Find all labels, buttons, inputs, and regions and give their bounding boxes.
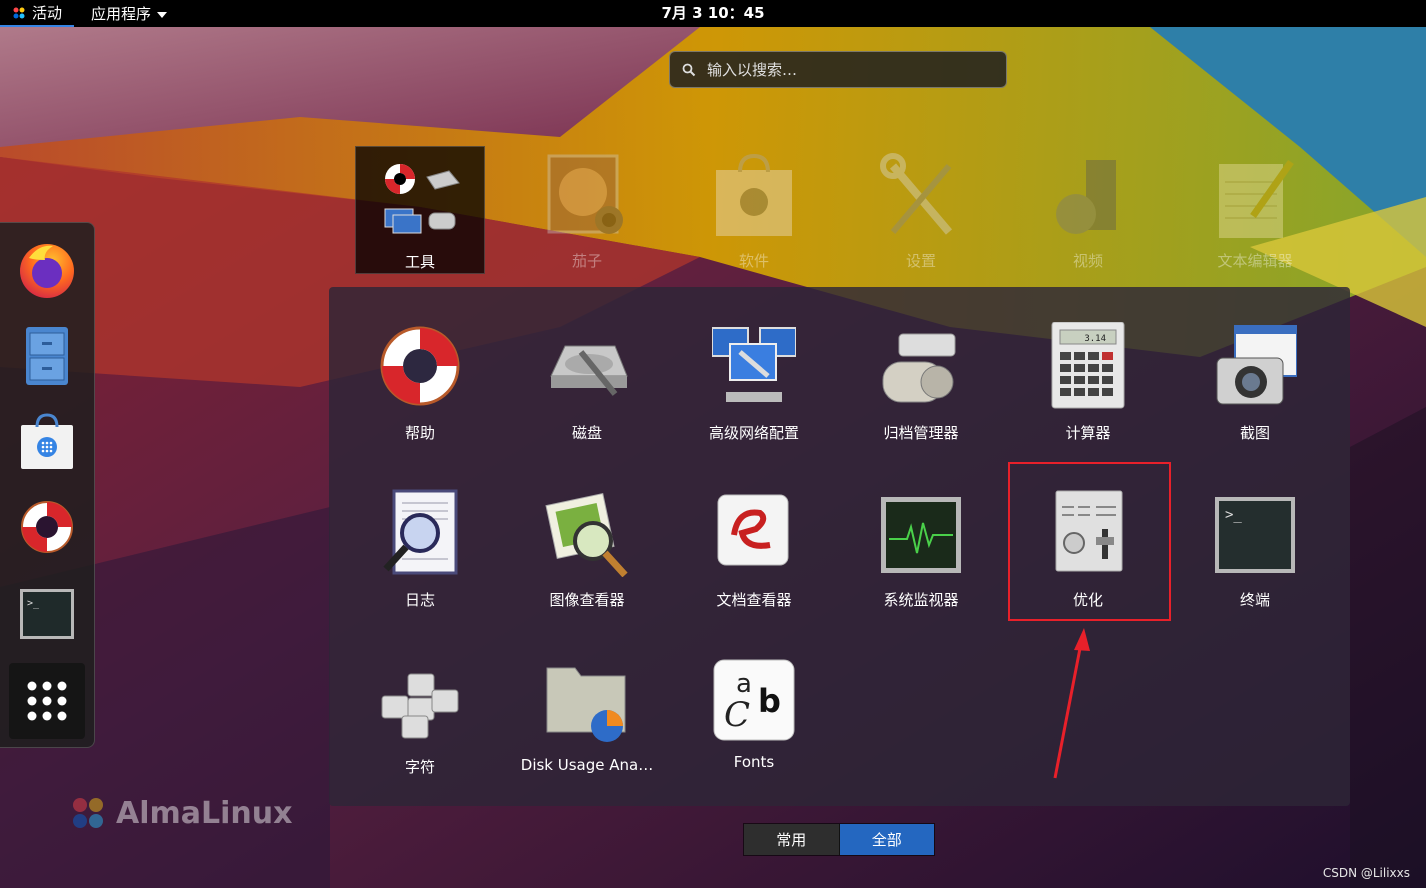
- annotation-arrow: [1053, 628, 1090, 779]
- chevron-down-icon: [157, 11, 168, 18]
- app-label: Fonts: [733, 753, 775, 771]
- folder-label: 设置: [905, 252, 936, 270]
- app-label: 字符: [404, 758, 435, 776]
- network-config-icon: [712, 327, 796, 402]
- software-bag-icon: [21, 413, 73, 469]
- fonts-icon: a C b: [713, 659, 795, 741]
- folder-label: 茄子: [571, 252, 602, 270]
- show-applications-button[interactable]: [9, 663, 85, 739]
- settings-icon: [880, 153, 953, 235]
- app-label: 图像查看器: [549, 591, 625, 609]
- app-help[interactable]: 帮助: [340, 322, 500, 472]
- app-software[interactable]: 软件: [689, 146, 819, 274]
- folder-label: 文本编辑器: [1217, 252, 1293, 270]
- folder-utilities[interactable]: 工具: [355, 146, 485, 274]
- logs-icon: [383, 489, 458, 575]
- app-videos[interactable]: 视频: [1023, 146, 1153, 274]
- dash: >_: [0, 222, 95, 748]
- terminal-icon: >_: [20, 589, 74, 639]
- svg-text:>_: >_: [27, 598, 40, 609]
- dash-files[interactable]: [9, 318, 85, 394]
- fonts-glyph-b: b: [758, 682, 781, 720]
- app-terminal[interactable]: >_ 终端: [1175, 489, 1335, 639]
- watermark: CSDN @Lilixxs: [1322, 866, 1410, 880]
- search-icon: [682, 63, 696, 76]
- all-tab[interactable]: 全部: [839, 824, 934, 855]
- app-label: 截图: [1239, 424, 1270, 442]
- applications-menu[interactable]: 应用程序: [91, 0, 168, 27]
- file-cabinet-icon: [26, 327, 68, 385]
- lifebuoy-icon: [21, 501, 73, 553]
- frequent-tab[interactable]: 常用: [744, 824, 840, 855]
- characters-icon: [381, 673, 459, 739]
- search-box[interactable]: [669, 51, 1007, 88]
- cheese-icon: [547, 154, 623, 234]
- disk-usage-analyzer-icon: [546, 667, 626, 742]
- document-viewer-icon: [717, 494, 789, 566]
- dash-firefox[interactable]: [9, 231, 85, 307]
- applications-menu-label: 应用程序: [91, 5, 152, 23]
- terminal-prompt: >_: [1225, 507, 1242, 523]
- activities-label: 活动: [32, 4, 63, 22]
- app-label: 高级网络配置: [708, 424, 799, 442]
- dash-terminal[interactable]: >_: [9, 576, 85, 652]
- almalinux-logo-icon: [73, 798, 103, 828]
- text-editor-icon: [1219, 159, 1294, 238]
- app-archive-manager[interactable]: 归档管理器: [841, 322, 1001, 472]
- software-icon: [716, 153, 792, 236]
- app-label: 归档管理器: [883, 424, 959, 442]
- app-calculator[interactable]: 3.14 计算器: [1008, 322, 1168, 472]
- folder-label: 软件: [738, 252, 769, 270]
- grid-icon: [27, 681, 67, 721]
- app-characters[interactable]: 字符: [340, 656, 500, 806]
- clock[interactable]: 7月 3 10：45: [661, 4, 764, 22]
- app-label: 计算器: [1065, 424, 1111, 442]
- almalinux-brand: AlmaLinux: [68, 793, 292, 833]
- firefox-icon: [20, 244, 74, 298]
- calculator-icon: 3.14: [1051, 322, 1125, 409]
- folder-label: 视频: [1072, 252, 1103, 270]
- brand-text: AlmaLinux: [116, 795, 293, 831]
- search-input[interactable]: [705, 59, 989, 80]
- top-bar: 活动 应用程序 7月 3 10：45: [0, 0, 1426, 27]
- folder-label: 工具: [404, 253, 435, 271]
- utilities-folder-icon: [384, 164, 460, 234]
- archive-manager-icon: [882, 333, 956, 403]
- disks-icon: [550, 345, 628, 396]
- dash-help[interactable]: [9, 489, 85, 565]
- almalinux-logo-icon: [13, 7, 25, 18]
- calculator-display: 3.14: [1084, 334, 1106, 344]
- app-text-editor[interactable]: 文本编辑器: [1190, 146, 1320, 274]
- fonts-glyph-c: C: [724, 695, 750, 735]
- dash-software[interactable]: [9, 403, 85, 479]
- activities-button[interactable]: 活动: [0, 0, 75, 27]
- view-switcher: 常用 全部: [743, 823, 935, 856]
- app-fonts[interactable]: a C b Fonts: [674, 656, 834, 806]
- help-icon: [380, 326, 460, 406]
- app-screenshot[interactable]: 截图: [1175, 322, 1335, 472]
- app-label: 终端: [1239, 591, 1270, 609]
- app-label: 磁盘: [571, 424, 602, 442]
- app-disk-usage-analyzer[interactable]: Disk Usage Ana…: [507, 656, 667, 806]
- app-network-config[interactable]: 高级网络配置: [674, 322, 834, 472]
- highlight-box: [1008, 462, 1171, 621]
- system-monitor-icon: [881, 497, 961, 573]
- app-disks[interactable]: 磁盘: [507, 322, 667, 472]
- app-cheese[interactable]: 茄子: [522, 146, 652, 274]
- app-document-viewer[interactable]: 文档查看器: [674, 489, 834, 639]
- app-system-monitor[interactable]: 系统监视器: [841, 489, 1001, 639]
- app-label: 日志: [404, 591, 435, 609]
- image-viewer-icon: [545, 492, 628, 577]
- terminal-icon: >_: [1215, 497, 1295, 573]
- app-image-viewer[interactable]: 图像查看器: [507, 489, 667, 639]
- app-label: Disk Usage Ana…: [520, 756, 654, 774]
- screenshot-icon: [1216, 325, 1297, 405]
- app-label: 文档查看器: [716, 591, 792, 609]
- app-label: 帮助: [404, 424, 435, 442]
- app-label: 系统监视器: [883, 591, 959, 609]
- app-settings[interactable]: 设置: [856, 146, 986, 274]
- videos-icon: [1056, 160, 1116, 234]
- app-logs[interactable]: 日志: [340, 489, 500, 639]
